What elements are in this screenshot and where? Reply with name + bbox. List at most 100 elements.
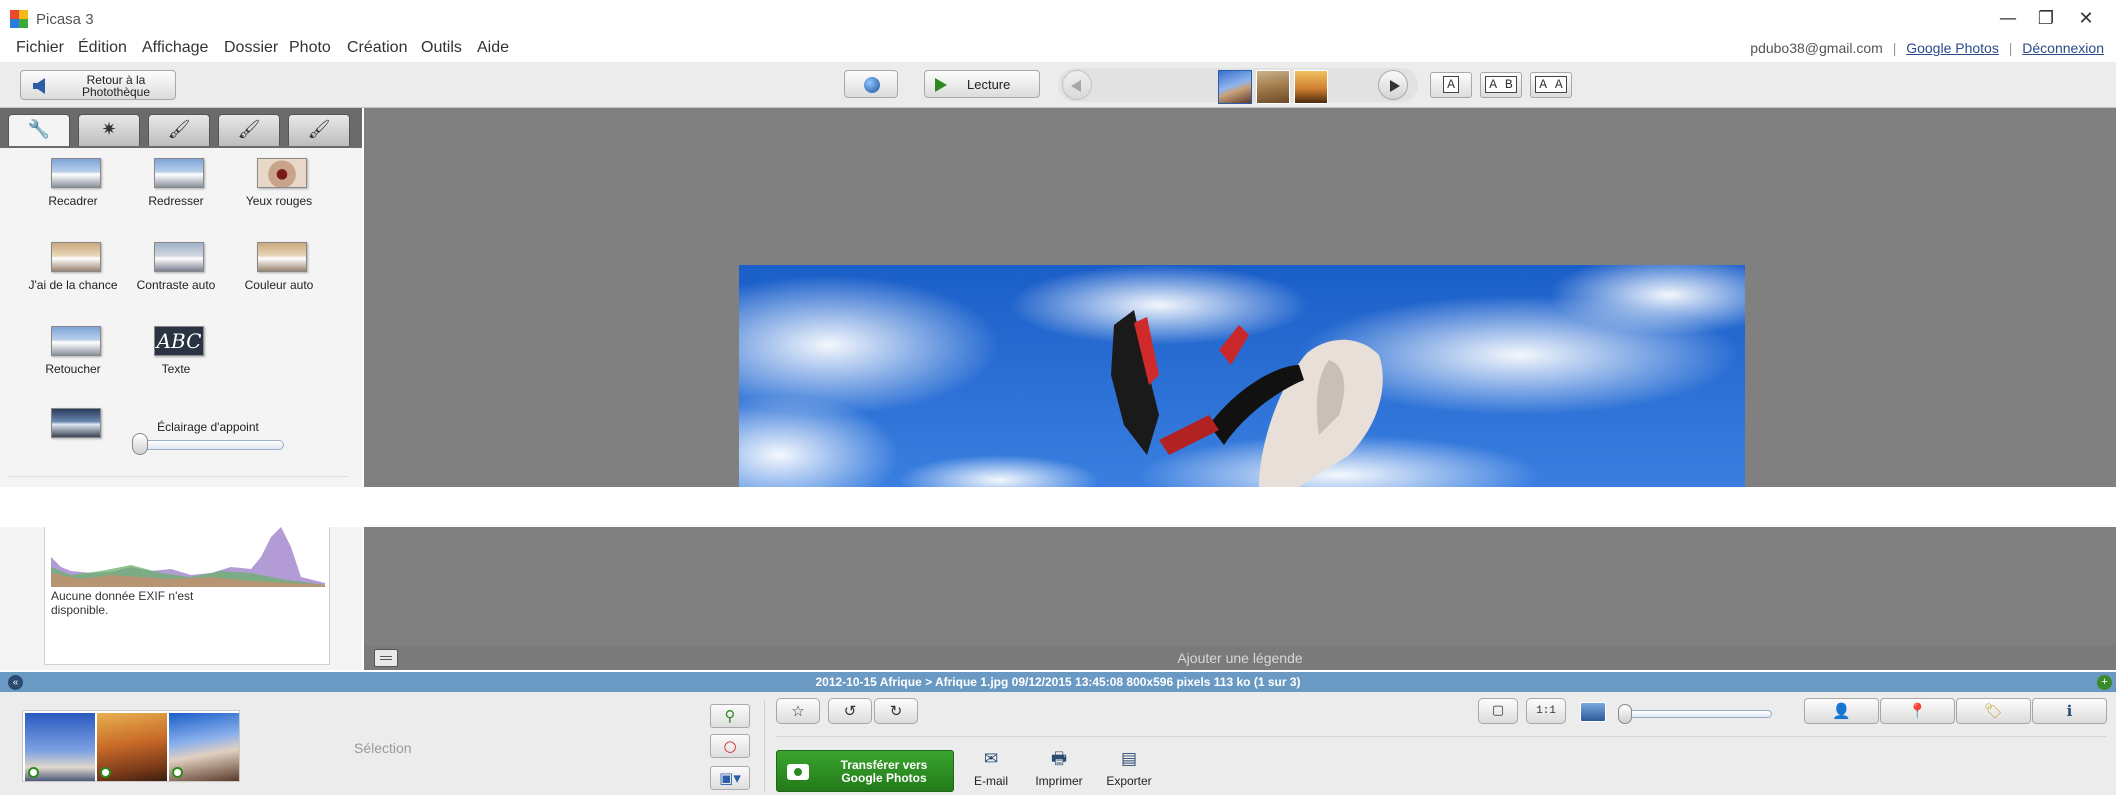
menu-outils[interactable]: Outils <box>421 36 462 60</box>
menu-fichier[interactable]: Fichier <box>16 36 64 60</box>
previous-photo-button[interactable] <box>1062 70 1092 100</box>
add-to-album-button[interactable]: ▣▾ <box>710 766 750 790</box>
panel-divider <box>8 476 348 477</box>
geotag-button[interactable] <box>844 70 898 98</box>
google-photos-link[interactable]: Google Photos <box>1906 40 1999 56</box>
tab-basic-fixes[interactable]: 🔧 <box>8 114 70 146</box>
fill-light-label: Éclairage d'appoint <box>157 420 259 434</box>
actual-size-label: 1:1 <box>1536 705 1556 717</box>
crop-tool[interactable]: Recadrer <box>23 148 123 220</box>
brush-blue-icon: 🖌 <box>307 119 331 140</box>
selection-label: Sélection <box>354 740 412 756</box>
restore-button[interactable]: ❐ <box>2026 6 2066 32</box>
toolbar-thumbnail[interactable] <box>1294 70 1328 104</box>
menu-dossier[interactable]: Dossier <box>224 36 278 60</box>
retouch-tool[interactable]: Retoucher <box>23 316 123 388</box>
brush-icon: 🖌 <box>167 119 191 140</box>
properties-button[interactable]: ℹ <box>2032 698 2107 724</box>
compare-aa-button[interactable]: A A <box>1530 72 1572 98</box>
status-bar: « 2012-10-15 Afrique > Afrique 1.jpg 09/… <box>0 672 2116 692</box>
compare-ab-button[interactable]: A B <box>1480 72 1522 98</box>
expand-icon[interactable]: + <box>2097 675 2112 690</box>
next-photo-button[interactable] <box>1378 70 1408 100</box>
map-pin-icon: 📍 <box>1908 702 1927 720</box>
tray-thumbnail[interactable] <box>25 713 95 781</box>
rotate-left-button[interactable]: ↺ <box>828 698 872 724</box>
info-icon: ℹ <box>2066 702 2073 720</box>
auto-color-icon <box>257 242 307 272</box>
fill-light-icon <box>51 408 101 438</box>
histogram-chart <box>51 527 325 587</box>
crop-label: Recadrer <box>48 194 98 208</box>
zoom-landscape-icon <box>1580 702 1606 722</box>
selected-dot-icon <box>172 767 183 778</box>
text-tool[interactable]: ABC Texte <box>126 316 226 388</box>
back-to-library-button[interactable]: Retour à la Photothèque <box>20 70 176 100</box>
export-label: Exporter <box>1106 774 1152 788</box>
menu-affichage[interactable]: Affichage <box>142 36 208 60</box>
selected-dot-icon <box>28 767 39 778</box>
export-button[interactable]: ▤ Exporter <box>1094 750 1164 788</box>
account-links: pdubo38@gmail.com | Google Photos | Déco… <box>1750 36 2104 60</box>
tab-tuning[interactable]: ✷ <box>78 114 140 146</box>
email-label: E-mail <box>973 774 1008 788</box>
upload-to-google-photos-button[interactable]: Transférer vers Google Photos <box>776 750 954 792</box>
toolbar-thumbnail[interactable] <box>1256 70 1290 104</box>
tab-effects-3[interactable]: 🖌 <box>288 114 350 146</box>
fit-icon: ▢ <box>1491 703 1505 718</box>
zoom-slider-handle[interactable] <box>1618 704 1632 724</box>
tray-thumbnail-current[interactable] <box>169 713 239 781</box>
logout-link[interactable]: Déconnexion <box>2022 40 2104 56</box>
title-bar: Picasa 3 — ❐ ✕ <box>0 0 2116 38</box>
star-button[interactable]: ☆ <box>776 698 820 724</box>
red-eye-tool[interactable]: Yeux rouges <box>229 148 329 220</box>
wrench-icon: 🔧 <box>27 119 51 140</box>
toolbar-thumbnail-current[interactable] <box>1218 70 1252 104</box>
menu-aide[interactable]: Aide <box>477 36 509 60</box>
tags-button[interactable]: 🏷 <box>1956 698 2031 724</box>
account-separator: | <box>2008 40 2013 56</box>
rotate-right-button[interactable]: ↻ <box>874 698 918 724</box>
hold-selection-button[interactable]: ⚲ <box>710 704 750 728</box>
selected-dot-icon <box>100 767 111 778</box>
menu-photo[interactable]: Photo <box>289 36 331 60</box>
minimize-button[interactable]: — <box>1988 6 2028 32</box>
brush-green-icon: 🖌 <box>237 119 261 140</box>
feeling-lucky-tool[interactable]: J'ai de la chance <box>23 232 123 304</box>
photo-tray: Sélection ⚲ ○ ▣▾ ☆ ↺ ↻ ▢ 1:1 👤 📍 🏷 ℹ Tra… <box>0 692 2116 795</box>
zoom-slider[interactable] <box>1622 710 1772 718</box>
auto-color-tool[interactable]: Couleur auto <box>229 232 329 304</box>
straighten-tool[interactable]: Redresser <box>126 148 226 220</box>
clear-selection-button[interactable]: ○ <box>710 734 750 758</box>
menu-edition[interactable]: Édition <box>78 36 127 60</box>
rotate-right-icon: ↻ <box>889 702 903 720</box>
fill-light-slider-handle[interactable] <box>132 433 148 455</box>
current-photo[interactable] <box>739 265 1745 487</box>
back-to-library-label: Retour à la Photothèque <box>81 73 151 99</box>
text-label: Texte <box>161 362 191 376</box>
menu-creation[interactable]: Création <box>347 36 407 60</box>
tab-effects[interactable]: 🖌 <box>148 114 210 146</box>
fill-light-slider[interactable] <box>138 440 284 450</box>
places-button[interactable]: 📍 <box>1880 698 1955 724</box>
tab-effects-2[interactable]: 🖌 <box>218 114 280 146</box>
slideshow-play-button[interactable]: Lecture <box>924 70 1040 98</box>
close-button[interactable]: ✕ <box>2066 6 2106 32</box>
fit-to-window-button[interactable]: ▢ <box>1478 698 1518 724</box>
print-button[interactable]: 🖶 Imprimer <box>1024 750 1094 788</box>
text-icon: ABC <box>154 326 204 356</box>
play-label: Lecture <box>967 77 1011 92</box>
single-view-button[interactable]: A <box>1430 72 1472 98</box>
envelope-icon: ✉ <box>983 749 999 769</box>
photo-viewer <box>364 108 2116 654</box>
actual-size-button[interactable]: 1:1 <box>1526 698 1566 724</box>
exif-message: Aucune donnée EXIF n'est disponible. <box>51 589 194 617</box>
main-toolbar: Retour à la Photothèque Lecture A A B A A <box>0 62 2116 108</box>
email-button[interactable]: ✉ E-mail <box>956 750 1026 788</box>
caption-input[interactable]: Ajouter une légende <box>364 650 2116 666</box>
auto-contrast-tool[interactable]: Contraste auto <box>126 232 226 304</box>
tray-thumbnail[interactable] <box>97 713 167 781</box>
arrow-right-icon <box>1390 80 1400 92</box>
edit-tabs: 🔧 ✷ 🖌 🖌 🖌 <box>0 108 362 148</box>
people-button[interactable]: 👤 <box>1804 698 1879 724</box>
